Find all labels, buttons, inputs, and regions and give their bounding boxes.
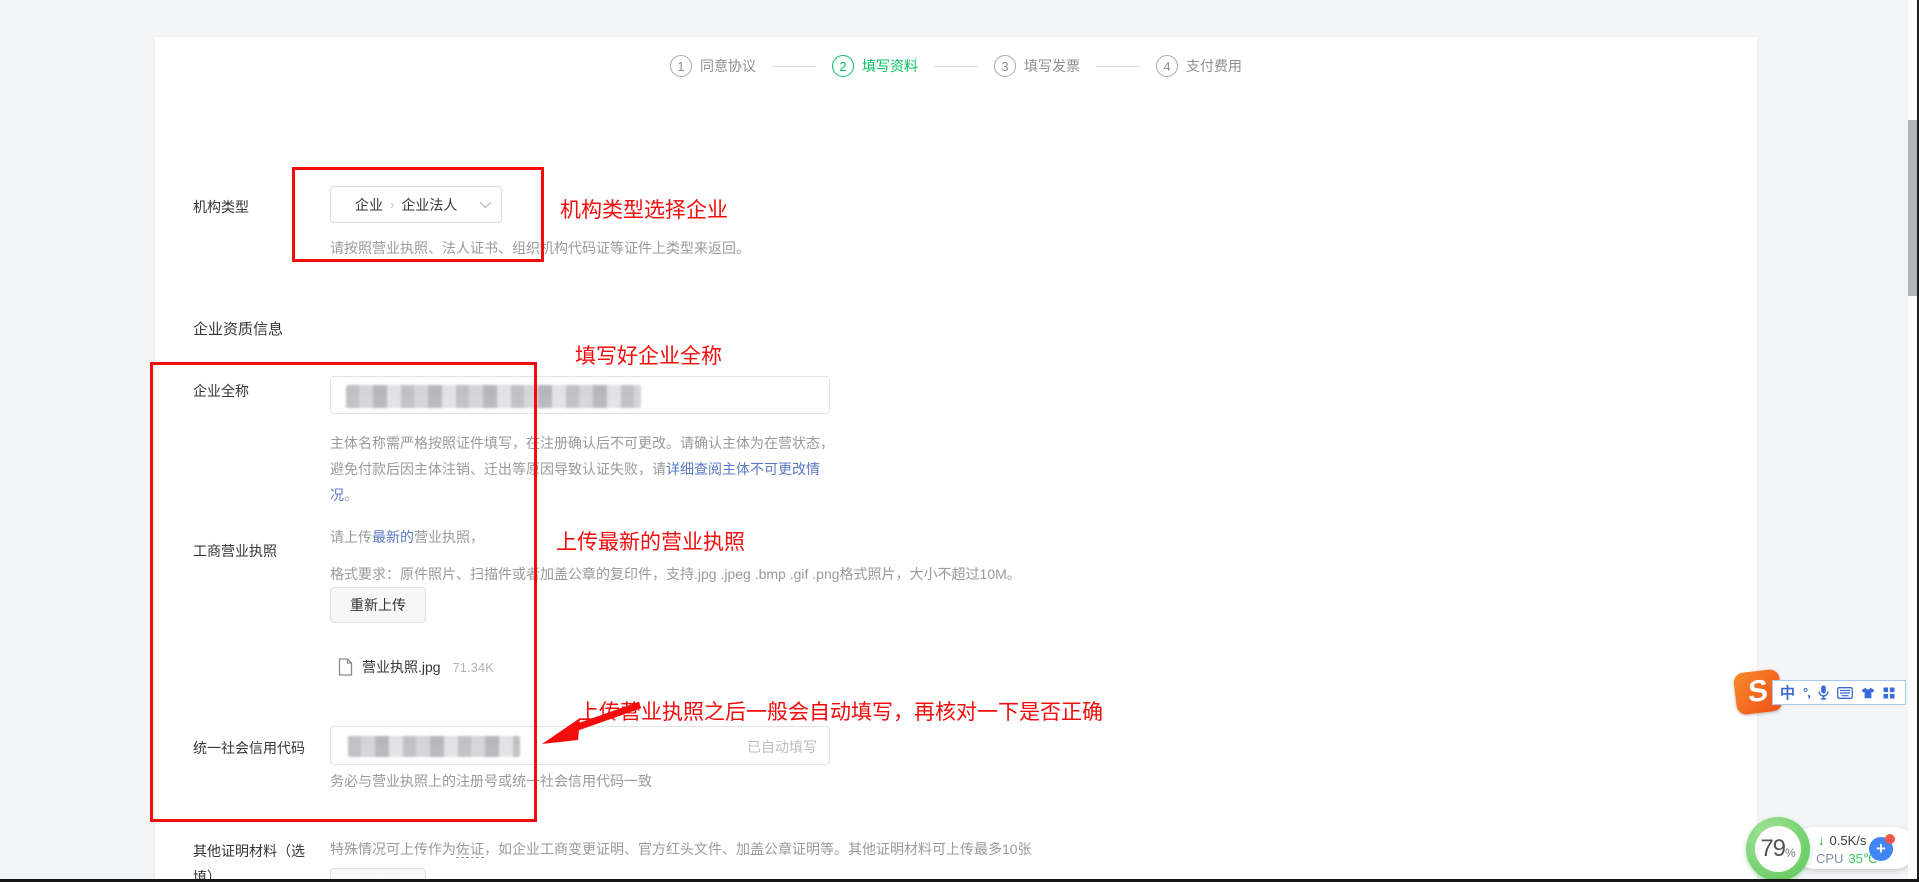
section-title-qualification: 企业资质信息	[193, 318, 283, 339]
network-speed-value: 0.5K/s	[1830, 833, 1867, 848]
keyboard-icon[interactable]	[1837, 687, 1853, 699]
step-2-circle: 2	[832, 55, 854, 77]
cpu-status: CPU 35℃	[1816, 851, 1878, 867]
download-arrow-icon: ↓	[1818, 833, 1825, 848]
step-4-label: 支付费用	[1186, 56, 1242, 76]
step-3-label: 填写发票	[1024, 56, 1080, 76]
sogou-logo-letter: S	[1748, 674, 1768, 711]
step-4-circle: 4	[1156, 55, 1178, 77]
annotation-company-name: 填写好企业全称	[575, 340, 722, 370]
stepper-connector	[1096, 66, 1140, 67]
battery-ring-inner: 79 %	[1755, 826, 1801, 872]
step-2-label: 填写资料	[862, 56, 918, 76]
skin-icon[interactable]	[1861, 687, 1875, 699]
other-material-label: 其他证明材料（选 填）	[193, 838, 323, 882]
sogou-toolbar[interactable]: 中 °,	[1772, 680, 1906, 705]
step-1-label: 同意协议	[700, 56, 756, 76]
red-arrow	[538, 700, 646, 748]
annotation-box-form-fields	[150, 362, 537, 822]
step-1-circle: 1	[670, 55, 692, 77]
other-material-desc: 特殊情况可上传作为佐证，如企业工商变更证明、官方红头文件、加盖公章证明等。其他证…	[330, 839, 1032, 859]
scrollbar-thumb[interactable]	[1908, 120, 1917, 296]
other-material-label-line1: 其他证明材料（选	[193, 843, 305, 859]
battery-ring[interactable]: 79 %	[1746, 817, 1810, 881]
other-material-desc-tail: ，如企业工商变更证明、官方红头文件、加盖公章证明等。其他证明材料可上传最多10张	[484, 841, 1032, 857]
notification-dot	[1885, 834, 1895, 844]
screen: 1 同意协议 2 填写资料 3 填写发票 4 支付费用 机构类型 企业 › 企业…	[0, 0, 1919, 882]
stepper-connector	[934, 66, 978, 67]
annotation-org-type: 机构类型选择企业	[560, 194, 728, 224]
cpu-label: CPU	[1816, 851, 1843, 867]
punctuation-icon[interactable]: °,	[1803, 685, 1810, 700]
stepper-connector	[772, 66, 816, 67]
step-agree-agreement: 1 同意协议	[670, 55, 756, 77]
chinese-mode-icon[interactable]: 中	[1780, 682, 1795, 703]
annotation-credit-code: 上传营业执照之后一般会自动填写，再核对一下是否正确	[578, 696, 1103, 726]
step-pay-fee: 4 支付费用	[1156, 55, 1242, 77]
network-speed: ↓ 0.5K/s	[1818, 833, 1866, 848]
registration-stepper: 1 同意协议 2 填写资料 3 填写发票 4 支付费用	[155, 55, 1757, 77]
battery-percent: 79	[1760, 835, 1785, 863]
battery-percent-sign: %	[1785, 846, 1796, 860]
org-type-label: 机构类型	[193, 197, 249, 217]
annotation-box-org-type	[292, 167, 544, 262]
credit-code-placeholder: 已自动填写	[747, 737, 817, 757]
step-fill-info: 2 填写资料	[832, 55, 918, 77]
other-material-desc-link[interactable]: 佐证	[456, 841, 484, 858]
microphone-icon[interactable]	[1818, 685, 1829, 700]
toolbox-icon[interactable]	[1883, 687, 1895, 699]
step-3-circle: 3	[994, 55, 1016, 77]
other-material-desc-text: 特殊情况可上传作为	[330, 841, 456, 857]
annotation-license: 上传最新的营业执照	[556, 526, 745, 556]
step-fill-invoice: 3 填写发票	[994, 55, 1080, 77]
